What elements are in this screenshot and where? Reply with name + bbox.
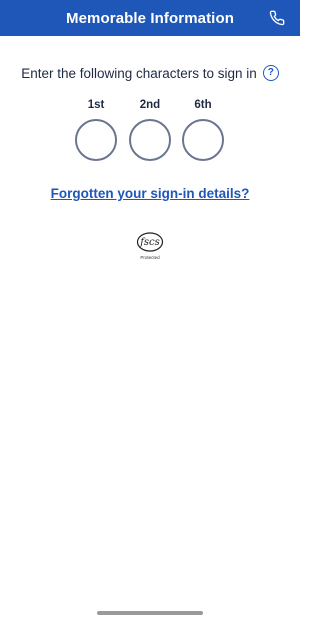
- home-indicator[interactable]: [97, 611, 203, 615]
- app-header: Memorable Information: [0, 0, 300, 36]
- phone-icon: [269, 10, 285, 26]
- instruction-text: Enter the following characters to sign i…: [21, 65, 257, 81]
- fscs-badge-icon: fscs: [136, 232, 164, 252]
- character-2-input[interactable]: [129, 119, 171, 161]
- character-3-input[interactable]: [182, 119, 224, 161]
- call-button[interactable]: [268, 9, 286, 27]
- character-1-label: 1st: [87, 99, 105, 111]
- forgotten-details-link[interactable]: Forgotten your sign-in details?: [0, 186, 300, 201]
- fscs-logo: fscs Protected: [131, 230, 169, 264]
- character-1-input[interactable]: [75, 119, 117, 161]
- svg-text:fscs: fscs: [139, 237, 160, 248]
- page-title: Memorable Information: [66, 9, 234, 27]
- character-1-group: 1st: [74, 97, 118, 161]
- help-icon[interactable]: ?: [262, 65, 279, 81]
- fscs-caption: Protected: [140, 255, 160, 260]
- character-3-label: 6th: [194, 99, 212, 111]
- character-2-label: 2nd: [139, 99, 161, 111]
- character-3-group: 6th: [181, 97, 225, 161]
- character-2-group: 2nd: [128, 97, 172, 161]
- instruction-row: Enter the following characters to sign i…: [0, 63, 300, 83]
